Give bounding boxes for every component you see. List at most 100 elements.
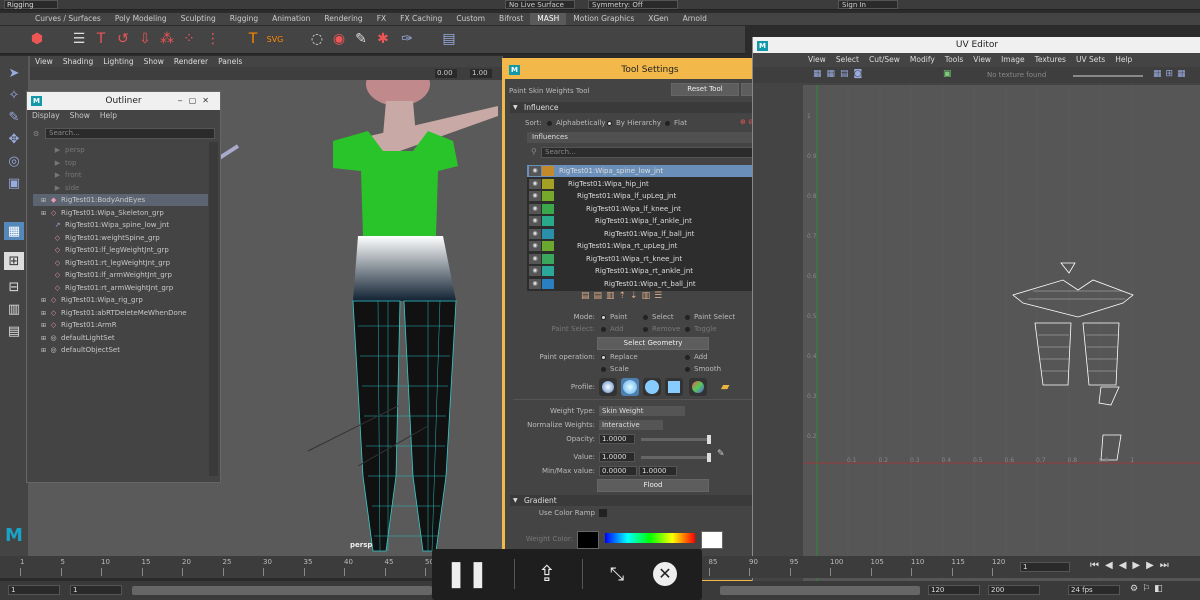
sort-by-hierarchy[interactable]: By Hierarchy [607,119,661,128]
outliner-item[interactable]: ⊞ ◎ defaultLightSet [33,332,208,344]
outliner-item[interactable]: ◇ RigTest01:rt_armWeightJnt_grp [33,282,208,294]
viewport-menu-item[interactable]: Shading [58,56,98,67]
shelf-tab[interactable]: Rigging [223,13,265,25]
viewport-menu-item[interactable]: View [30,56,58,67]
playback-controls[interactable]: ⏮◀◀▶▶⏭ [1090,560,1175,571]
expand-icon[interactable]: ⊞ [41,310,46,317]
opacity-field[interactable]: 1.0000 [599,434,635,444]
influence-color-swatch[interactable] [542,228,554,239]
weight-color-black-swatch[interactable] [577,531,599,549]
outliner-item[interactable]: ⊞ ◇ RigTest01:ArmR [33,319,208,331]
use-color-ramp-checkbox[interactable] [599,509,607,517]
fps-dropdown[interactable]: 24 fps [1068,585,1120,595]
range-option-icons[interactable]: ⚙⚐◧ [1130,584,1167,594]
uv-grid[interactable]: 0.1 0.2 0.3 0.4 0.5 0.6 0.7 0.8 0.9 1 1 0.9 0.8 0.7 0… [803,85,1200,585]
sphere-icon[interactable]: ◉ [330,30,348,48]
outliner-item[interactable]: ▶ side [33,182,208,194]
influence-row[interactable]: ◉ RigTest01:Wipa_spine_low_jnt [527,165,770,177]
outliner-item[interactable]: ▶ front [33,169,208,181]
range-bar[interactable] [132,586,432,595]
uv-menu-item[interactable]: Tools [940,54,968,65]
influence-color-swatch[interactable] [542,253,554,264]
shelf-tab[interactable]: Motion Graphics [566,13,641,25]
outliner-item[interactable]: ⊞ ◇ RigTest01:Wipa_rig_grp [33,294,208,306]
influence-section-header[interactable]: Influence [510,102,788,113]
gradient-section-header[interactable]: Gradient [510,495,788,506]
drop-icon[interactable]: ⇩ [136,30,154,48]
dashed-circle-icon[interactable]: ◌ [308,30,326,48]
color-ramp[interactable] [605,533,695,543]
profile-gaussian-icon[interactable] [599,378,617,396]
influence-row[interactable]: ◉ RigTest01:Wipa_hip_jnt [527,178,770,190]
menu-set-selector[interactable]: Rigging [4,0,58,9]
paint-select-remove[interactable]: Remove [643,325,680,334]
visibility-icon[interactable]: ◉ [529,278,541,289]
uv-menu-item[interactable]: UV Sets [1071,54,1110,65]
folder-icon[interactable]: ▰ [721,380,729,393]
influence-color-swatch[interactable] [542,191,554,201]
mode-paint[interactable]: Paint [601,313,627,322]
distribute-icon[interactable]: ⁘ [180,30,198,48]
flood-button[interactable]: Flood [597,479,709,492]
visibility-icon[interactable]: ◉ [529,216,541,226]
profile-solid-icon[interactable] [643,378,661,396]
outliner-scrollbar[interactable] [209,142,218,476]
shelf-tab[interactable]: Poly Modeling [108,13,174,25]
reset-tool-button[interactable]: Reset Tool [671,83,739,96]
influence-color-swatch[interactable] [542,278,554,289]
viewport-menu-item[interactable]: Show [139,56,169,67]
script-icon[interactable]: ✱ [374,30,392,48]
paint-icon[interactable]: ✎ [352,30,370,48]
shelf-tab[interactable]: MASH [530,13,567,25]
outliner-search-input[interactable]: Search... [45,128,215,139]
move-tool-icon[interactable]: ✥ [4,130,24,148]
minimize-icon[interactable]: ⤡ [602,559,632,589]
curve-icon[interactable]: ↺ [114,30,132,48]
visibility-icon[interactable]: ◉ [529,241,541,251]
uv-menu-item[interactable]: Image [996,54,1030,65]
influence-row[interactable]: ◉ RigTest01:Wipa_rt_upLeg_jnt [527,240,770,252]
lasso-tool-icon[interactable]: ✧ [4,86,24,104]
near-field[interactable]: 0.00 [435,69,457,78]
shelf-tab[interactable]: Animation [265,13,317,25]
far-field[interactable]: 1.00 [470,69,492,78]
end-frame-field[interactable]: 200 [988,585,1040,595]
uv-menu-item[interactable]: View [803,54,831,65]
list-icon[interactable]: ☰ [70,30,88,48]
min-value-field[interactable]: 0.0000 [599,466,637,476]
outliner-menu-item[interactable]: Display [27,110,65,121]
influence-tool-icons[interactable]: ▤▤▥⇡⇣▥☰ [581,291,666,301]
shelf-tab[interactable]: Rendering [317,13,369,25]
outliner-item[interactable]: ↗ RigTest01:Wipa_spine_low_jnt [33,219,208,231]
grid-icon[interactable]: ⋮ [204,30,222,48]
visibility-icon[interactable]: ◉ [529,266,541,276]
visibility-icon[interactable]: ◉ [529,253,541,264]
live-surface-field[interactable]: No Live Surface [505,0,575,9]
uv-display-icons[interactable]: ▦⊞▦ [1153,69,1190,79]
uv-view-icons[interactable]: ▦▦▤◙ [813,69,867,79]
paint-select-add[interactable]: Add [601,325,624,334]
layout-outliner-icon[interactable]: ▥ [4,300,24,318]
sign-in-button[interactable]: Sign In [838,0,898,9]
uv-menu-item[interactable]: View [968,54,996,65]
window-buttons[interactable]: ‒▢✕ [178,92,215,110]
influence-color-swatch[interactable] [542,178,554,189]
profile-image-icon[interactable] [689,378,707,396]
influence-search-input[interactable]: Search... [541,147,755,158]
profile-square-icon[interactable] [665,378,683,396]
outliner-item[interactable]: ◇ RigTest01:rt_legWeightJnt_grp [33,257,208,269]
influence-row[interactable]: ◉ RigTest01:Wipa_lf_upLeg_jnt [527,190,770,202]
visibility-icon[interactable]: ◉ [529,166,541,176]
range-bar-end[interactable] [720,586,920,595]
outliner-item[interactable]: ▶ top [33,157,208,169]
opacity-slider[interactable] [641,435,711,444]
profile-soft-icon[interactable] [621,378,639,396]
shelf-tab[interactable]: FX Caching [393,13,449,25]
playback-end-field[interactable]: 120 [928,585,980,595]
shelf-tab[interactable]: XGen [641,13,675,25]
sort-alphabetically[interactable]: Alphabetically [547,119,606,128]
type-icon[interactable]: T [244,30,262,48]
pause-icon[interactable]: ❚❚ [445,559,489,589]
playback-start-field[interactable]: 1 [70,585,122,595]
scale-tool-icon[interactable]: ▣ [4,174,24,192]
